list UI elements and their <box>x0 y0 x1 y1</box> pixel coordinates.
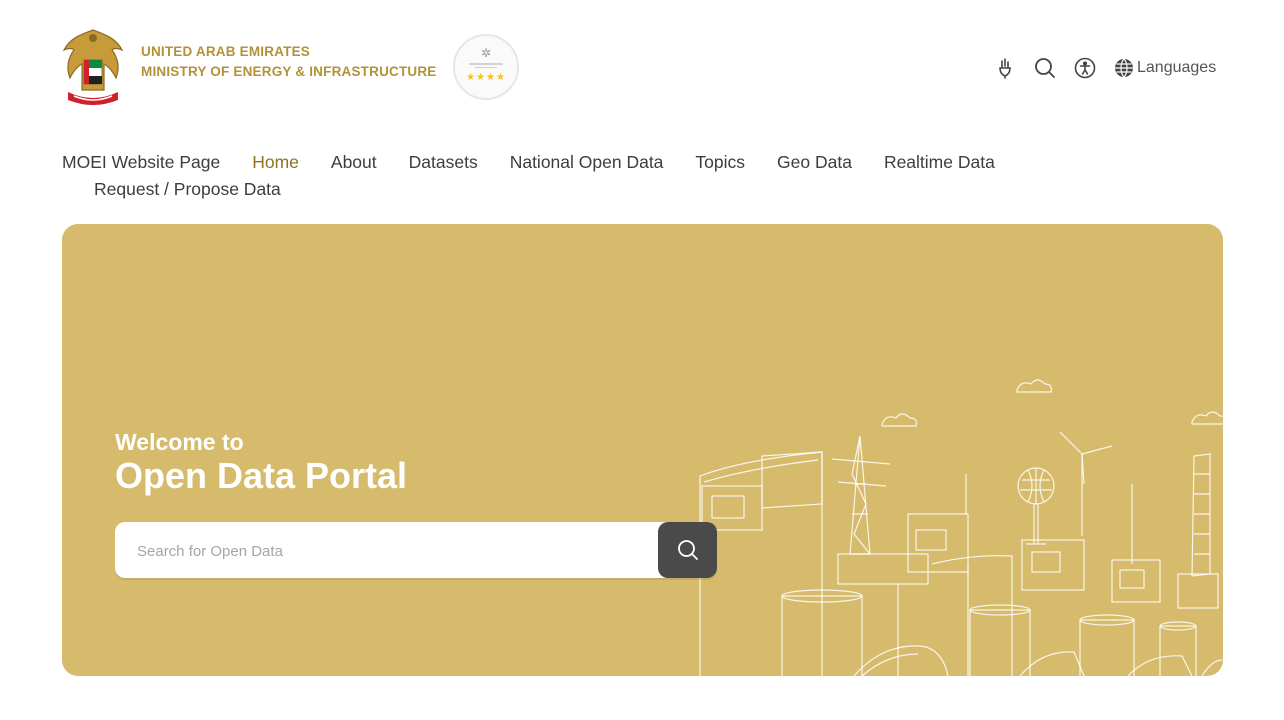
hero-search-button[interactable] <box>658 522 717 578</box>
badge-text-line <box>469 63 503 65</box>
badge-stars-icon: ★★★★ <box>466 72 506 83</box>
org-line-ministry: MINISTRY OF ENERGY & INFRASTRUCTURE <box>141 64 437 79</box>
badge-mark-icon: ✲ <box>480 46 492 60</box>
hero-title: Open Data Portal <box>115 455 408 496</box>
nav-geo-data[interactable]: Geo Data <box>777 151 852 173</box>
uae-emblem-icon[interactable] <box>60 24 126 110</box>
organization-name: UNITED ARAB EMIRATES MINISTRY OF ENERGY … <box>141 42 437 82</box>
sign-language-icon[interactable] <box>994 57 1016 79</box>
hero-welcome-text: Welcome to <box>115 429 244 455</box>
hero-search-bar <box>115 522 717 580</box>
nav-request-propose-data[interactable]: Request / Propose Data <box>94 178 281 200</box>
hero-search-input[interactable] <box>135 522 639 580</box>
languages-label: Languages <box>1137 59 1217 76</box>
search-icon[interactable] <box>1034 57 1056 79</box>
nav-about[interactable]: About <box>331 151 377 173</box>
nav-topics[interactable]: Topics <box>695 151 745 173</box>
org-line-country: UNITED ARAB EMIRATES <box>141 44 310 59</box>
nav-national-open-data[interactable]: National Open Data <box>510 151 664 173</box>
languages-menu[interactable]: Languages <box>1114 58 1216 78</box>
rating-badge-icon: ✲ ★★★★ <box>453 34 519 100</box>
nav-datasets[interactable]: Datasets <box>409 151 478 173</box>
main-navigation: MOEI Website Page Home About Datasets Na… <box>62 151 1042 200</box>
header-utilities: Languages <box>994 55 1216 81</box>
search-button-icon <box>677 540 698 560</box>
nav-home[interactable]: Home <box>252 151 299 173</box>
hero-banner: Welcome to Open Data Portal <box>62 224 1223 676</box>
nav-realtime-data[interactable]: Realtime Data <box>884 151 995 173</box>
nav-moei-website[interactable]: MOEI Website Page <box>62 151 220 173</box>
accessibility-icon[interactable] <box>1074 57 1096 79</box>
badge-text-line <box>475 67 497 68</box>
globe-icon <box>1115 58 1133 78</box>
energy-skyline-illustration <box>699 379 1223 676</box>
